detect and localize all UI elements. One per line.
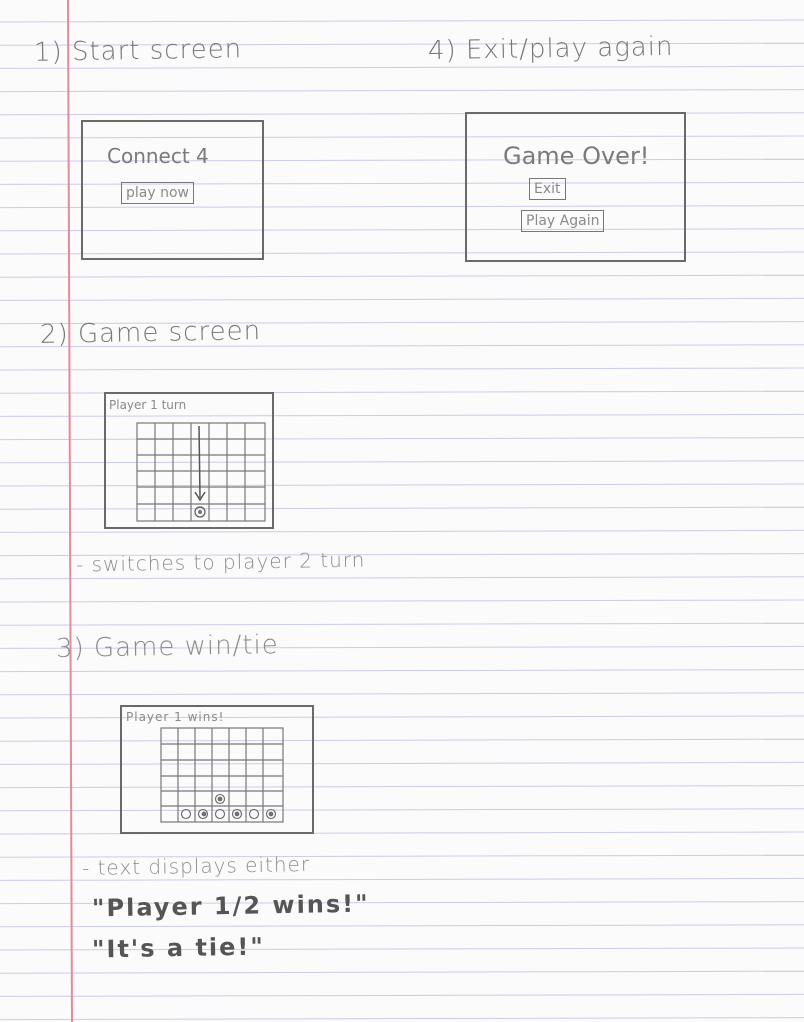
rule-line	[0, 19, 804, 23]
start-screen-mockup: Connect 4 play now	[81, 120, 264, 260]
rule-line	[0, 970, 804, 974]
rule-line	[0, 89, 804, 93]
start-title: Connect 4	[107, 144, 209, 168]
win-option-1: "Player 1/2 wins!"	[91, 889, 370, 923]
rule-line	[0, 274, 804, 278]
rule-line	[0, 576, 804, 580]
rule-line	[0, 65, 804, 69]
rule-line	[0, 993, 804, 997]
exit-button[interactable]: Exit	[529, 178, 566, 200]
win-option-2: "It's a tie!"	[91, 932, 266, 964]
rule-line	[0, 367, 804, 371]
rule-line	[0, 669, 804, 673]
margin-line	[67, 0, 73, 1022]
game-note: - switches to player 2 turn	[75, 547, 366, 577]
rule-line	[0, 599, 804, 603]
game-board-grid	[136, 422, 266, 522]
play-now-button[interactable]: play now	[121, 182, 194, 204]
rule-line	[0, 622, 804, 626]
heading-exit-screen: 4) Exit/play again	[427, 31, 674, 67]
rule-line	[0, 529, 804, 533]
rule-line	[0, 297, 804, 301]
win-board-grid	[160, 727, 284, 823]
game-screen-mockup: Player 1 turn	[104, 392, 274, 529]
win-screen-mockup: Player 1 wins!	[120, 705, 314, 834]
drop-arrow	[198, 425, 201, 499]
rule-line	[0, 1017, 804, 1021]
heading-start-screen: 1) Start screen	[33, 34, 243, 68]
win-label: Player 1 wins!	[126, 710, 225, 724]
rule-line	[0, 692, 804, 696]
rule-line	[0, 924, 804, 928]
turn-label: Player 1 turn	[109, 398, 187, 412]
exit-screen-mockup: Game Over! Exit Play Again	[465, 112, 686, 262]
game-over-title: Game Over!	[503, 142, 650, 170]
play-again-button[interactable]: Play Again	[521, 210, 605, 232]
heading-game-screen: 2) Game screen	[39, 316, 262, 350]
heading-win-screen: 3) Game win/tie	[55, 630, 280, 664]
win-note: - text displays either	[81, 852, 311, 880]
